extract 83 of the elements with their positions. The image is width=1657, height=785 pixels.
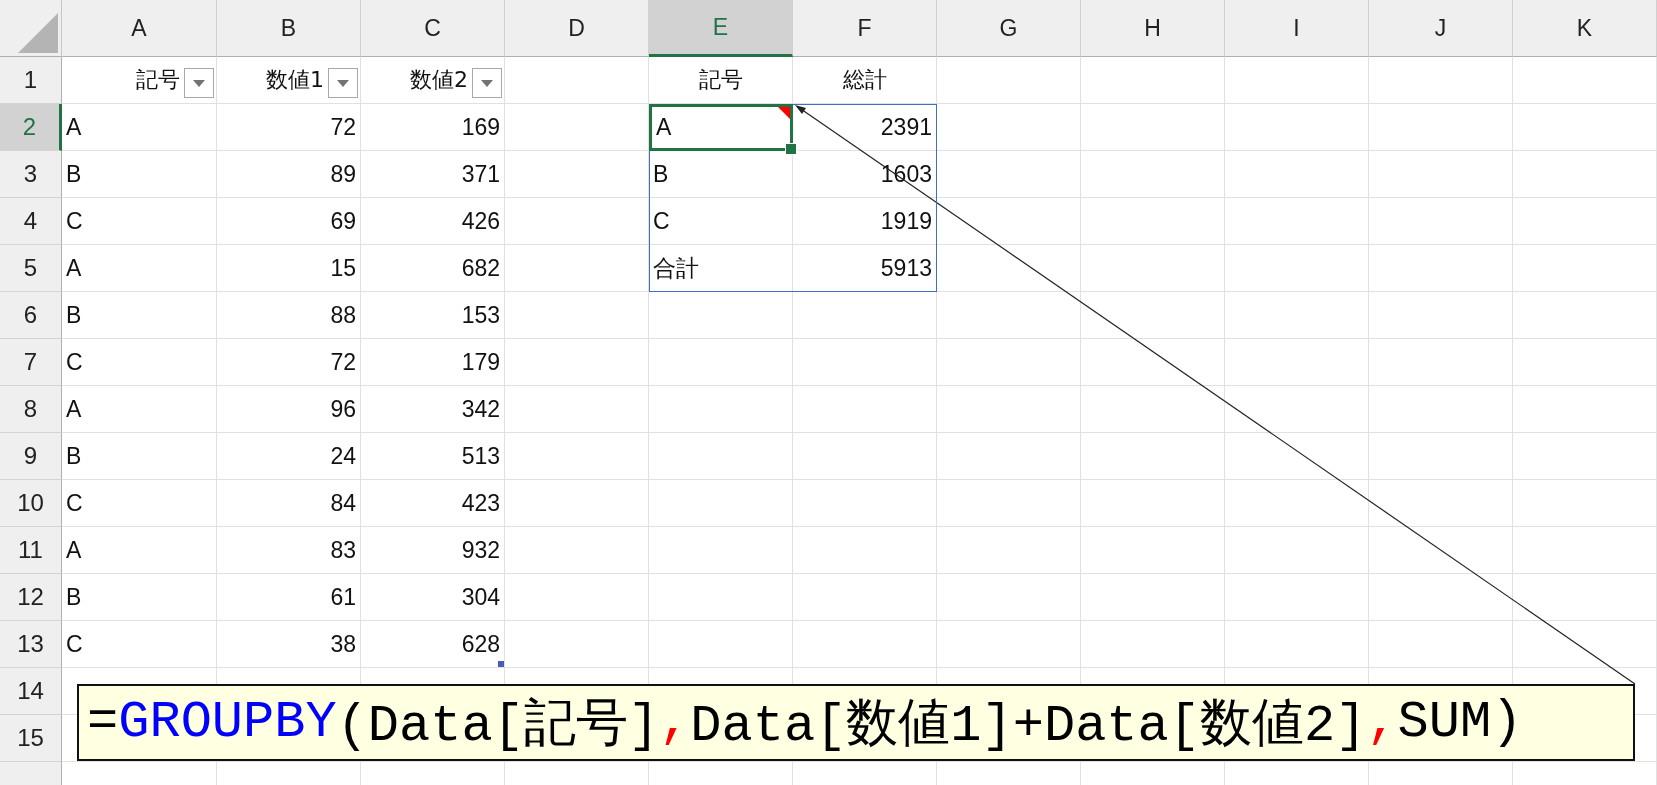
table-cell: 342 — [361, 386, 505, 433]
table-cell: 179 — [361, 339, 505, 386]
table-cell: C — [62, 339, 217, 386]
row-header[interactable]: 4 — [0, 198, 62, 245]
row-header[interactable]: 7 — [0, 339, 62, 386]
row-header[interactable]: 8 — [0, 386, 62, 433]
table-cell: 371 — [361, 151, 505, 198]
table-cell: B — [62, 151, 217, 198]
row-header[interactable]: 11 — [0, 527, 62, 574]
column-header[interactable]: K — [1513, 0, 1657, 57]
column-title: 数値1 — [266, 66, 324, 94]
table-cell: A — [62, 527, 217, 574]
table-cell: A — [62, 245, 217, 292]
table-cell: 423 — [361, 480, 505, 527]
table-cell: A — [62, 104, 217, 151]
table-cell: 83 — [217, 527, 361, 574]
column-header[interactable]: J — [1369, 0, 1513, 57]
table-cell: B — [62, 433, 217, 480]
row-header[interactable]: 6 — [0, 292, 62, 339]
table-cell: 96 — [217, 386, 361, 433]
column-header[interactable]: C — [361, 0, 505, 57]
fill-handle[interactable] — [785, 143, 797, 155]
column-header[interactable]: F — [793, 0, 937, 57]
table-cell: 426 — [361, 198, 505, 245]
column-header[interactable]: E — [649, 0, 793, 57]
table-cell: C — [649, 198, 793, 245]
table-cell: 38 — [217, 621, 361, 668]
row-header[interactable]: 15 — [0, 715, 62, 762]
table-cell: B — [649, 151, 793, 198]
table-cell: 69 — [217, 198, 361, 245]
comment-indicator-icon — [778, 107, 790, 119]
table-cell: 169 — [361, 104, 505, 151]
table-cell: B — [62, 574, 217, 621]
table-cell: 513 — [361, 433, 505, 480]
dropdown-button[interactable] — [328, 68, 358, 98]
row-header[interactable]: 5 — [0, 245, 62, 292]
row-header[interactable]: 9 — [0, 433, 62, 480]
table-cell: 88 — [217, 292, 361, 339]
table-cell: 15 — [217, 245, 361, 292]
column-title: 数値2 — [410, 66, 468, 94]
row-header[interactable]: 10 — [0, 480, 62, 527]
table-cell: 記号 — [649, 57, 793, 104]
formula-callout: =GROUPBY(Data[記号],Data[数値1]+Data[数値2],SUM) — [77, 684, 1635, 761]
table-cell: 628 — [361, 621, 505, 668]
table-cell: B — [62, 292, 217, 339]
dropdown-button[interactable] — [472, 68, 502, 98]
table-cell: 24 — [217, 433, 361, 480]
column-header[interactable]: A — [62, 0, 217, 57]
column-header[interactable]: H — [1081, 0, 1225, 57]
row-header[interactable]: 1 — [0, 57, 62, 104]
caret-icon — [193, 79, 205, 87]
table-cell: 61 — [217, 574, 361, 621]
row-header[interactable]: 12 — [0, 574, 62, 621]
column-header[interactable]: D — [505, 0, 649, 57]
table-cell: 合計 — [649, 245, 793, 292]
table-cell: 72 — [217, 339, 361, 386]
column-header[interactable]: B — [217, 0, 361, 57]
triangle-icon — [18, 13, 58, 53]
row-header[interactable]: 2 — [0, 104, 62, 151]
table-cell: 72 — [217, 104, 361, 151]
table-cell: C — [62, 198, 217, 245]
dropdown-button[interactable] — [184, 68, 214, 98]
table-cell: C — [62, 621, 217, 668]
row-header[interactable]: 3 — [0, 151, 62, 198]
table-cell: 84 — [217, 480, 361, 527]
row-header[interactable]: 14 — [0, 668, 62, 715]
table-cell: 5913 — [793, 245, 937, 292]
column-title: 記号 — [136, 66, 180, 94]
table-cell: C — [62, 480, 217, 527]
caret-icon — [337, 79, 349, 87]
caret-icon — [481, 79, 493, 87]
table-cell: 総計 — [793, 57, 937, 104]
table-cell: A — [62, 386, 217, 433]
table-resize-handle-icon[interactable] — [498, 661, 504, 667]
table-cell: 1919 — [793, 198, 937, 245]
table-cell: 89 — [217, 151, 361, 198]
table-cell: 153 — [361, 292, 505, 339]
table-cell: 304 — [361, 574, 505, 621]
row-header[interactable]: 13 — [0, 621, 62, 668]
table-cell: 682 — [361, 245, 505, 292]
column-header[interactable]: G — [937, 0, 1081, 57]
column-header[interactable]: I — [1225, 0, 1369, 57]
table-cell: 932 — [361, 527, 505, 574]
